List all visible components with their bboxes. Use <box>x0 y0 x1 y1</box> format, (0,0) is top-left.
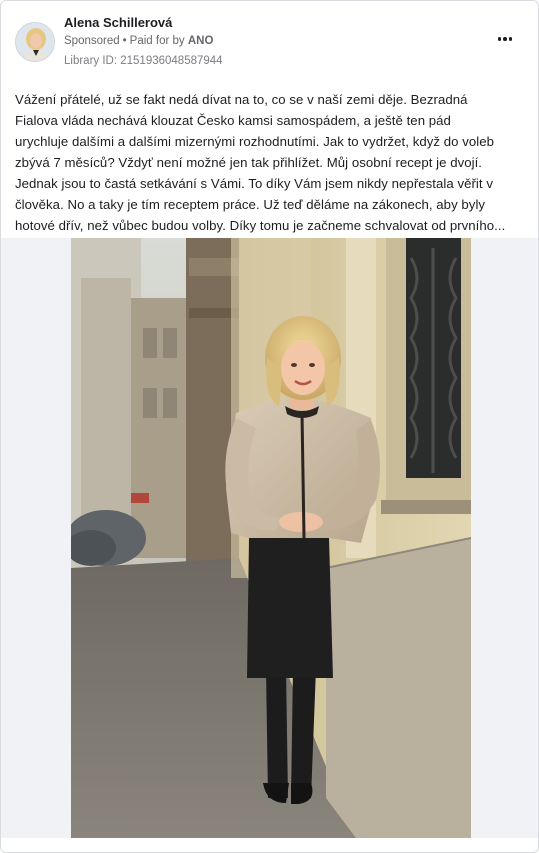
post-text-line[interactable]: hotové dřív, než vůbec budou volby. Díky… <box>15 215 525 236</box>
post-text-line: Vážení přátelé, už se fakt nedá dívat na… <box>15 92 468 107</box>
sponsored-meta: Sponsored • Paid for by ANO <box>64 35 213 47</box>
more-dot <box>503 37 507 41</box>
avatar-image <box>16 23 54 61</box>
ad-media[interactable] <box>1 238 538 838</box>
post-header: Alena Schillerová Sponsored • Paid for by … <box>1 1 538 81</box>
card-footer-gap <box>1 838 538 852</box>
post-text: Vážení přátelé, už se fakt nedá dívat na… <box>15 89 525 236</box>
more-dot <box>508 37 513 41</box>
post-text-line: Jednak jsou to častá setkávání s Vámi. T… <box>15 176 493 191</box>
ad-card: Alena Schillerová Sponsored • Paid for by … <box>0 0 539 853</box>
photo-woman-on-street <box>71 238 471 838</box>
more-options-icon[interactable] <box>494 30 516 48</box>
more-dot <box>497 37 502 41</box>
post-text-line: člověka. No a taky je tím receptem práce… <box>15 197 486 212</box>
separator: • <box>122 35 127 47</box>
avatar[interactable] <box>15 22 55 62</box>
sponsored-label: Sponsored <box>64 35 120 47</box>
paid-for-by-label: Paid for by <box>129 35 185 47</box>
payer-name[interactable]: ANO <box>188 35 214 47</box>
post-text-line: Fialova vláda nechává klouzat Česko kams… <box>15 113 451 128</box>
ad-photo[interactable] <box>71 238 471 838</box>
advertiser-name[interactable]: Alena Schillerová <box>64 15 172 30</box>
post-text-line: urychluje dalšími a dalšími mizernými ro… <box>15 134 494 149</box>
library-id: Library ID: 2151936048587944 <box>64 55 223 67</box>
post-text-line: zbývá 7 měsíců? Vždyť není možné jen tak… <box>15 155 483 170</box>
